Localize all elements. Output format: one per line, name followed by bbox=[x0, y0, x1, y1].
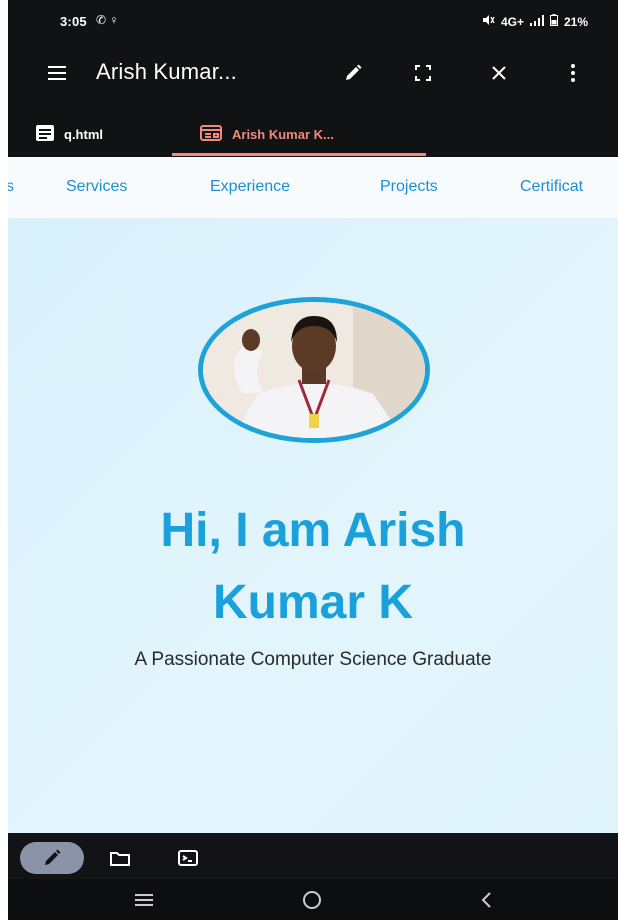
terminal-icon[interactable] bbox=[174, 845, 202, 871]
profile-photo bbox=[198, 297, 430, 443]
tab-label: Arish Kumar K... bbox=[232, 126, 334, 142]
hero-title-line-2: Kumar K bbox=[212, 576, 414, 629]
hero-title: Hi, I am Arish Kumar K bbox=[8, 495, 618, 639]
more-vert-icon[interactable] bbox=[556, 56, 590, 90]
nav-link-partial[interactable]: s bbox=[8, 178, 14, 196]
home-icon[interactable] bbox=[292, 887, 332, 913]
system-navigation bbox=[8, 879, 618, 920]
hero-title-line-1: Hi, I am Arish bbox=[160, 504, 466, 557]
network-type: 4G+ bbox=[500, 14, 524, 29]
nav-link-services[interactable]: Services bbox=[66, 178, 127, 196]
tab-label: q.html bbox=[64, 126, 103, 142]
status-indicators: 4G+ 21% bbox=[482, 14, 588, 29]
nav-link-experience[interactable]: Experience bbox=[210, 178, 290, 196]
hero-subtitle: A Passionate Computer Science Graduate bbox=[134, 649, 492, 670]
close-icon[interactable] bbox=[482, 56, 516, 90]
site-navigation: s Services Experience Projects Certifica… bbox=[8, 157, 618, 219]
menu-icon[interactable] bbox=[40, 56, 74, 90]
back-icon[interactable] bbox=[466, 887, 506, 913]
signal-icon bbox=[529, 14, 544, 29]
pencil-icon[interactable] bbox=[20, 842, 84, 874]
recents-icon[interactable] bbox=[124, 887, 164, 913]
pencil-icon[interactable] bbox=[336, 56, 370, 90]
editor-bottom-bar bbox=[8, 833, 618, 879]
toolbar-title: Arish Kumar... bbox=[96, 59, 237, 84]
phone-screen: 3:05 ✆ ♀ 4G+ 21% Arish Kumar... q.html A… bbox=[8, 0, 618, 920]
app-toolbar: Arish Kumar... bbox=[8, 46, 618, 100]
editor-tabs: q.html Arish Kumar K... bbox=[8, 108, 618, 156]
status-time: 3:05 bbox=[60, 14, 87, 29]
browser-tab-icon bbox=[200, 124, 222, 144]
webview: s Services Experience Projects Certifica… bbox=[8, 157, 618, 833]
active-tab-indicator bbox=[172, 153, 426, 156]
nav-link-projects[interactable]: Projects bbox=[380, 178, 438, 196]
document-icon bbox=[36, 124, 54, 144]
fullscreen-icon[interactable] bbox=[406, 56, 440, 90]
tab-arish-kumar[interactable]: Arish Kumar K... bbox=[172, 112, 426, 156]
folder-icon[interactable] bbox=[106, 845, 134, 871]
nav-link-certifications[interactable]: Certificat bbox=[520, 178, 583, 196]
battery-icon bbox=[549, 14, 558, 29]
profile-avatar bbox=[198, 297, 430, 443]
battery-percent: 21% bbox=[563, 14, 588, 29]
status-bar: 3:05 ✆ ♀ 4G+ 21% bbox=[8, 0, 618, 46]
notification-icons: ✆ ♀ bbox=[96, 13, 119, 27]
tab-q-html[interactable]: q.html bbox=[36, 112, 103, 156]
mute-icon bbox=[482, 14, 495, 29]
